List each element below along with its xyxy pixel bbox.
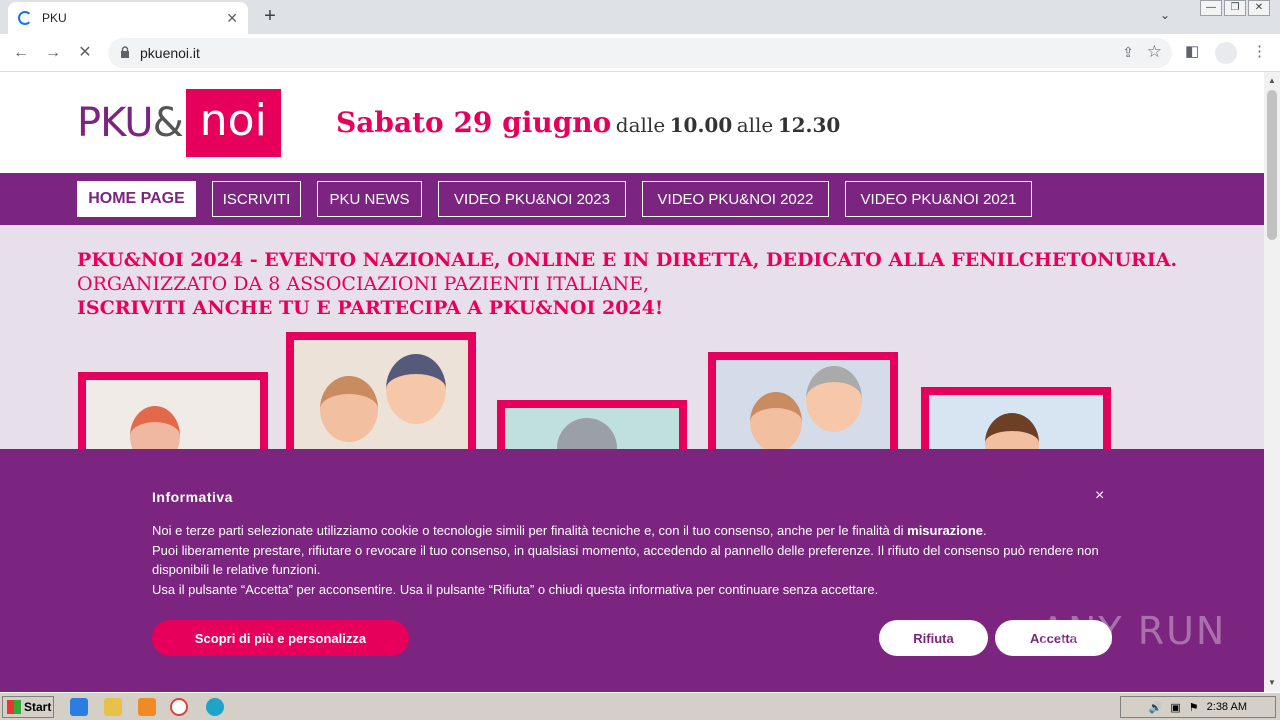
lock-icon — [121, 46, 129, 58]
headline-line-1: PKU&NOI 2024 - EVENTO NAZIONALE, ONLINE … — [77, 249, 1178, 271]
refuse-button[interactable]: Rifiuta — [879, 620, 988, 656]
tab-close-icon[interactable]: ✕ — [226, 10, 238, 27]
tab-search-chevron-icon[interactable]: ⌄ — [1160, 8, 1170, 22]
internet-explorer-icon[interactable] — [70, 698, 88, 716]
person-illustration — [320, 376, 378, 442]
hero-headline: PKU&NOI 2024 - EVENTO NAZIONALE, ONLINE … — [77, 248, 1177, 320]
cookie-paragraph-2: Puoi liberamente prestare, rifiutare o r… — [152, 542, 1099, 578]
edge-icon[interactable] — [206, 698, 224, 716]
address-bar[interactable]: pkuenoi.it ⇪ ☆ — [108, 38, 1172, 68]
cookie-paragraph-3: Usa il pulsante “Accetta” per acconsenti… — [152, 581, 879, 597]
browser-tab[interactable]: PKU ✕ — [8, 2, 248, 34]
media-player-icon[interactable] — [138, 698, 156, 716]
cookie-close-icon[interactable]: × — [1095, 487, 1104, 505]
chrome-icon[interactable] — [170, 698, 188, 716]
cookie-text: Noi e terze parti selezionate utilizziam… — [152, 521, 1112, 599]
windows-taskbar: Start 🔊 ▣ ⚑ 2:38 AM — [0, 692, 1280, 720]
side-panel-icon[interactable]: ◧ — [1185, 42, 1199, 60]
site-header: PKU & noi Sabato 29 giugno dalle 10.00 a… — [0, 72, 1264, 173]
cookie-title: Informativa — [152, 489, 233, 505]
folder-icon[interactable] — [104, 698, 122, 716]
network-icon[interactable]: ▣ — [1170, 701, 1180, 714]
logo-noi: noi — [185, 89, 281, 157]
person-illustration — [806, 366, 862, 432]
nav-video-2023[interactable]: VIDEO PKU&NOI 2023 — [438, 181, 626, 217]
end-time: 12.30 — [777, 113, 841, 137]
customize-button[interactable]: Scopri di più e personalizza — [152, 620, 409, 656]
clock[interactable]: 2:38 AM — [1207, 701, 1247, 713]
cookie-p1-text: Noi e terze parti selezionate utilizziam… — [152, 523, 908, 538]
start-button[interactable]: Start — [2, 696, 54, 718]
nav-iscriviti[interactable]: ISCRIVITI — [212, 181, 301, 217]
window-controls: — ❐ ✕ — [1200, 0, 1270, 20]
person-illustration — [386, 354, 446, 424]
cookie-paragraph-1: Noi e terze parti selezionate utilizziam… — [152, 521, 1112, 541]
tab-strip: PKU ✕ + ⌄ — ❐ ✕ — [0, 0, 1280, 34]
logo-pku: PKU — [77, 100, 154, 146]
volume-icon[interactable]: 🔊 — [1149, 701, 1163, 714]
flag-icon[interactable]: ⚑ — [1189, 701, 1199, 714]
start-label: Start — [24, 700, 52, 714]
windows-logo-icon — [7, 700, 21, 714]
profile-avatar-icon[interactable] — [1215, 42, 1237, 64]
from-word: dalle — [615, 113, 666, 137]
headline-line-3: ISCRIVITI ANCHE TU E PARTECIPA A PKU&NOI… — [77, 297, 664, 319]
url-text: pkuenoi.it — [140, 45, 200, 61]
close-icon[interactable]: ✕ — [1248, 0, 1270, 16]
cookie-p1-bold: misurazione — [907, 523, 983, 538]
forward-arrow-icon[interactable]: → — [42, 42, 64, 64]
page-scrollbar[interactable]: ▲ ▼ — [1264, 72, 1280, 692]
headline-line-2: ORGANIZZATO DA 8 ASSOCIAZIONI PAZIENTI I… — [77, 273, 650, 295]
anyrun-watermark: ANY RUN — [1040, 609, 1227, 653]
stop-loading-icon[interactable]: ✕ — [74, 42, 96, 64]
nav-home-page[interactable]: HOME PAGE — [77, 181, 196, 217]
event-date: Sabato 29 giugno dalle 10.00 alle 12.30 — [336, 106, 840, 139]
new-tab-button[interactable]: + — [258, 4, 282, 28]
bookmark-star-icon[interactable]: ☆ — [1147, 42, 1162, 62]
share-icon[interactable]: ⇪ — [1122, 44, 1134, 61]
nav-video-2021[interactable]: VIDEO PKU&NOI 2021 — [845, 181, 1032, 217]
person-illustration — [750, 392, 802, 452]
browser-toolbar: ← → ✕ pkuenoi.it ⇪ ☆ ◧ ⋮ — [0, 34, 1280, 72]
scroll-thumb[interactable] — [1267, 90, 1277, 240]
tab-title: PKU — [42, 11, 67, 25]
minimize-icon[interactable]: — — [1200, 0, 1222, 16]
site-logo[interactable]: PKU & noi — [77, 89, 281, 157]
scroll-down-icon[interactable]: ▼ — [1268, 678, 1276, 687]
loading-spinner-icon — [18, 11, 32, 25]
nav-video-2022[interactable]: VIDEO PKU&NOI 2022 — [642, 181, 829, 217]
main-nav: HOME PAGE ISCRIVITI PKU NEWS VIDEO PKU&N… — [0, 173, 1264, 225]
start-time: 10.00 — [669, 113, 733, 137]
menu-kebab-icon[interactable]: ⋮ — [1252, 42, 1267, 60]
scroll-up-icon[interactable]: ▲ — [1268, 76, 1276, 85]
cookie-consent-banner: Informativa × Noi e terze parti selezion… — [0, 449, 1264, 692]
cookie-p1-end: . — [983, 523, 987, 538]
logo-amp: & — [152, 100, 184, 146]
back-arrow-icon[interactable]: ← — [10, 42, 32, 64]
system-tray: 🔊 ▣ ⚑ 2:38 AM — [1120, 696, 1276, 718]
restore-icon[interactable]: ❐ — [1224, 0, 1246, 16]
to-word: alle — [736, 113, 774, 137]
webpage: PKU & noi Sabato 29 giugno dalle 10.00 a… — [0, 72, 1264, 692]
event-day: Sabato 29 giugno — [336, 106, 612, 139]
nav-pku-news[interactable]: PKU NEWS — [317, 181, 422, 217]
